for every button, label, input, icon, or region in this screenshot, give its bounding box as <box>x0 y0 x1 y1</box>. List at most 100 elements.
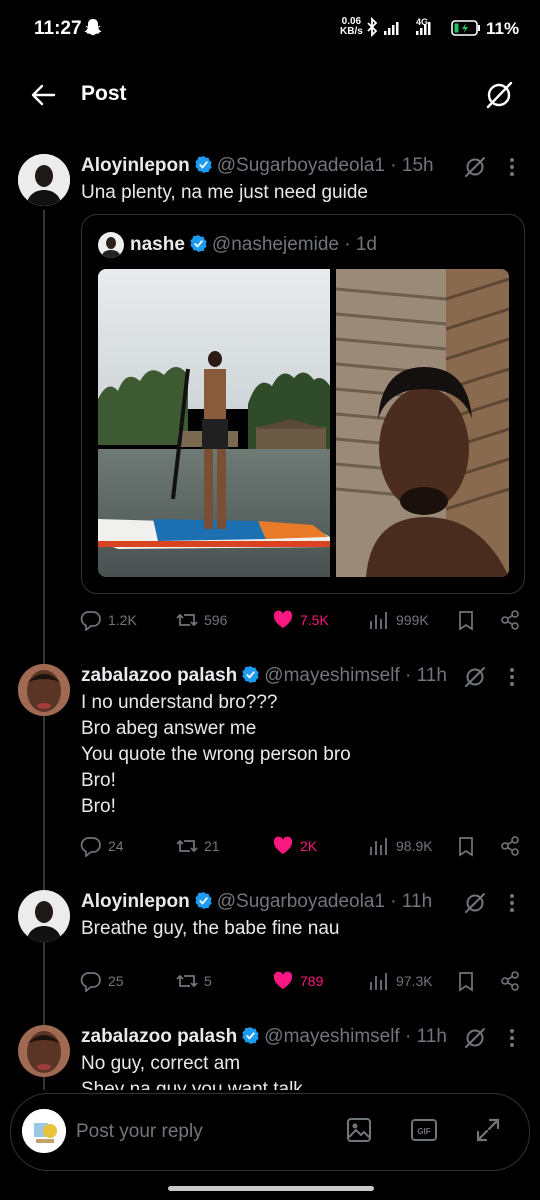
post-header: Aloyinlepon @Sugarboyadeola1 · 15h <box>81 155 434 177</box>
home-indicator[interactable] <box>168 1186 374 1191</box>
my-avatar <box>22 1109 66 1153</box>
snapchat-icon <box>84 19 102 36</box>
bookmark-icon <box>459 837 473 857</box>
like-button[interactable]: 2K <box>272 832 317 860</box>
post-header: zabalazoo palash @mayeshimself · 11h <box>81 1026 447 1048</box>
quoted-author-name: nashe <box>130 234 185 255</box>
more-options-icon[interactable] <box>509 891 515 915</box>
author-handle[interactable]: @Sugarboyadeola1 <box>217 155 385 176</box>
views-button[interactable]: 97.3K <box>368 967 433 995</box>
reply-input[interactable]: Post your reply <box>76 1121 203 1143</box>
post-time: · 15h <box>390 155 434 176</box>
gif-button[interactable]: GIF <box>410 1116 438 1144</box>
grok-icon[interactable] <box>463 1026 487 1050</box>
like-button[interactable]: 7.5K <box>272 606 329 634</box>
post-text: I no understand bro??? Bro abeg answer m… <box>81 692 351 817</box>
like-count: 2K <box>300 838 318 854</box>
repost-button[interactable]: 596 <box>176 606 227 634</box>
author-name[interactable]: Aloyinlepon <box>81 155 190 176</box>
author-handle[interactable]: @mayeshimself <box>264 1026 399 1047</box>
more-options-icon[interactable] <box>509 1026 515 1050</box>
net-speed-unit: KB/s <box>340 26 363 37</box>
repost-count: 21 <box>204 838 220 854</box>
avatar[interactable] <box>18 154 70 206</box>
reply-count: 25 <box>108 973 124 989</box>
reply-button[interactable]: 1.2K <box>80 606 137 634</box>
views-button[interactable]: 999K <box>368 606 429 634</box>
author-handle[interactable]: @mayeshimself <box>264 665 399 686</box>
post-actions: 24 21 2K 98.9K <box>80 832 525 860</box>
quoted-post[interactable]: nashe @nashejemide · 1d <box>81 214 525 594</box>
image-icon[interactable] <box>345 1116 373 1144</box>
network-speed: 0.06 KB/s <box>340 17 363 37</box>
views-icon <box>370 838 387 855</box>
views-icon <box>370 973 387 990</box>
quoted-author-handle: @nashejemide <box>211 234 339 255</box>
quoted-image-selfie[interactable] <box>336 269 509 577</box>
author-name[interactable]: zabalazoo palash <box>81 1026 237 1047</box>
bookmark-icon <box>459 611 473 631</box>
status-bar: 11:27 0.06 KB/s 4G 11% <box>0 0 540 60</box>
views-count: 999K <box>396 612 429 628</box>
views-button[interactable]: 98.9K <box>368 832 433 860</box>
post-text: Una plenty, na me just need guide <box>81 182 368 203</box>
bookmark-button[interactable] <box>455 606 483 634</box>
post-header: zabalazoo palash @mayeshimself · 11h <box>81 665 447 687</box>
reply-button[interactable]: 25 <box>80 967 124 995</box>
verified-badge-icon <box>195 891 212 910</box>
grok-icon[interactable] <box>463 891 487 915</box>
more-options-icon[interactable] <box>509 665 515 689</box>
bookmark-button[interactable] <box>455 967 483 995</box>
bluetooth-icon <box>367 16 378 38</box>
bookmark-button[interactable] <box>455 832 483 860</box>
author-handle[interactable]: @Sugarboyadeola1 <box>217 891 385 912</box>
verified-badge-icon <box>195 155 212 174</box>
reply-button[interactable]: 24 <box>80 832 124 860</box>
thread-line <box>43 210 45 1100</box>
battery-percent: 11% <box>486 19 520 38</box>
heart-icon <box>273 610 293 628</box>
share-button[interactable] <box>499 967 527 995</box>
share-button[interactable] <box>499 606 527 634</box>
quoted-post-time: · 1d <box>344 234 377 255</box>
reply-composer[interactable]: Post your reply GIF <box>10 1093 530 1171</box>
share-button[interactable] <box>499 832 527 860</box>
back-arrow-icon[interactable] <box>30 82 56 108</box>
like-count: 7.5K <box>300 612 329 628</box>
views-count: 97.3K <box>396 973 433 989</box>
repost-button[interactable]: 21 <box>176 832 220 860</box>
post-time: · 11h <box>405 665 447 686</box>
author-name[interactable]: Aloyinlepon <box>81 891 190 912</box>
expand-icon[interactable] <box>474 1116 502 1144</box>
share-icon <box>501 971 519 991</box>
post-actions: 1.2K 596 7.5K 999K <box>80 606 525 634</box>
verified-badge-icon <box>190 234 207 253</box>
gif-icon: GIF <box>411 1119 437 1141</box>
repost-count: 5 <box>204 973 212 989</box>
verified-badge-icon <box>242 1026 259 1045</box>
bookmark-icon <box>459 972 473 992</box>
grok-icon[interactable] <box>484 80 514 110</box>
quoted-image-lake[interactable] <box>98 269 330 577</box>
author-name[interactable]: zabalazoo palash <box>81 665 237 686</box>
post-header: Aloyinlepon @Sugarboyadeola1 · 11h <box>81 891 432 913</box>
heart-icon <box>273 836 293 854</box>
repost-icon <box>176 613 198 627</box>
repost-button[interactable]: 5 <box>176 967 212 995</box>
avatar[interactable] <box>18 1025 70 1077</box>
avatar[interactable] <box>18 664 70 716</box>
reply-count: 1.2K <box>108 612 137 628</box>
repost-count: 596 <box>204 612 228 628</box>
share-icon <box>501 836 519 856</box>
repost-icon <box>176 839 198 853</box>
grok-icon[interactable] <box>463 665 487 689</box>
grok-icon[interactable] <box>463 155 487 179</box>
views-icon <box>370 612 387 629</box>
reply-count: 24 <box>108 838 124 854</box>
avatar[interactable] <box>18 890 70 942</box>
more-options-icon[interactable] <box>509 155 515 179</box>
reply-icon <box>80 972 101 992</box>
status-icons: 4G <box>367 16 480 38</box>
heart-icon <box>273 971 293 989</box>
like-button[interactable]: 789 <box>272 967 323 995</box>
